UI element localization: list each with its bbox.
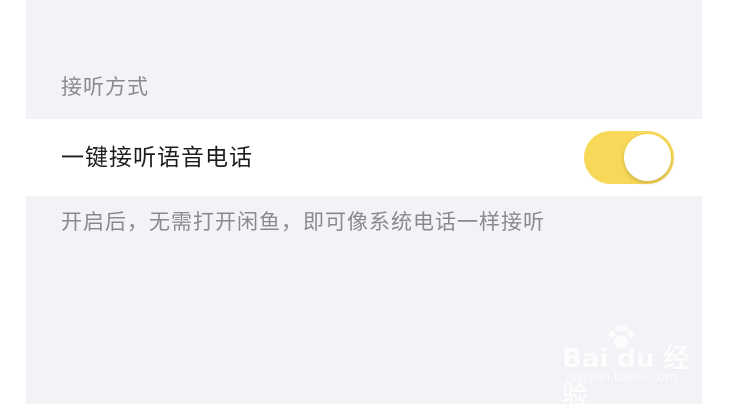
setting-label: 一键接听语音电话 xyxy=(61,145,253,171)
toggle-knob[interactable] xyxy=(624,134,671,181)
setting-row-one-tap-answer[interactable]: 一键接听语音电话 xyxy=(26,119,702,196)
setting-footnote: 开启后，无需打开闲鱼，即可像系统电话一样接听 xyxy=(61,210,545,234)
watermark: Bai du 经验 jingyan.baidu.com xyxy=(560,322,700,411)
section-header: 接听方式 xyxy=(61,75,149,99)
one-tap-answer-toggle[interactable] xyxy=(584,131,674,184)
watermark-url: jingyan.baidu.com xyxy=(566,370,677,384)
